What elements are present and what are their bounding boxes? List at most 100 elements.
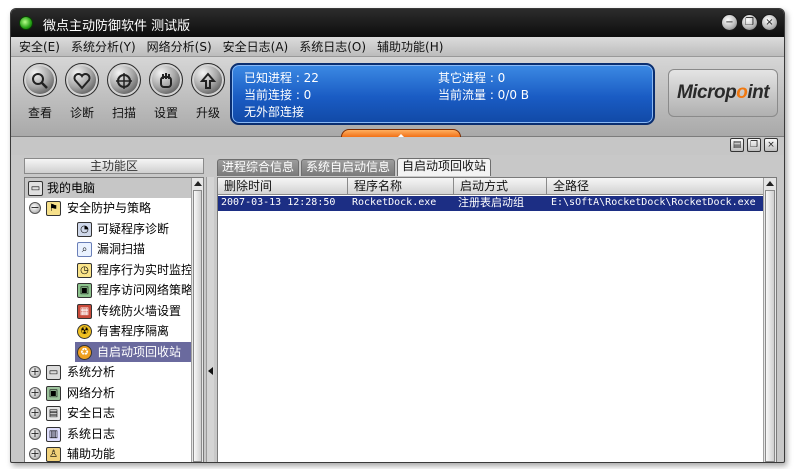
collapse-icon[interactable]: −: [29, 202, 41, 214]
list-scrollbar[interactable]: [763, 178, 776, 462]
panel-controls: ▤ ❐ ×: [730, 138, 778, 152]
tree-item-network-policy[interactable]: ▣ 程序访问网络策略: [25, 280, 193, 300]
list-header: 删除时间 程序名称 启动方式 全路径: [218, 178, 764, 195]
scan-button[interactable]: 扫描: [105, 63, 143, 121]
column-program-name[interactable]: 程序名称: [348, 178, 454, 195]
tree-group-system-log[interactable]: + ▥ 系统日志: [25, 424, 193, 444]
tree-item-label: 自启动项回收站: [97, 345, 182, 359]
tree-group-network-analysis[interactable]: + ▣ 网络分析: [25, 383, 193, 403]
recycle-list: 删除时间 程序名称 启动方式 全路径 2007-03-13 12:28:50 R…: [217, 177, 777, 462]
diagnose-button[interactable]: 诊断: [63, 63, 101, 121]
tree-item-autostart-recycle[interactable]: ♻ 自启动项回收站: [75, 342, 201, 362]
external-connections: 无外部连接: [244, 105, 305, 119]
hand-icon: [149, 63, 183, 97]
expand-icon[interactable]: +: [29, 407, 41, 419]
column-startup-method[interactable]: 启动方式: [454, 178, 547, 195]
shield-flag-icon: ⚑: [46, 201, 61, 216]
close-panel-icon[interactable]: ×: [764, 138, 778, 152]
other-processes: 其它进程 : 0: [438, 71, 506, 85]
scan-icon: [107, 63, 141, 97]
scroll-thumb[interactable]: [193, 190, 202, 462]
main-window: 微点主动防御软件 测试版 − ❐ × 安全(E) 系统分析(Y) 网络分析(S)…: [10, 8, 785, 463]
tree-item-firewall[interactable]: ▦ 传统防火墙设置: [25, 301, 193, 321]
tree-item-quarantine[interactable]: ☢ 有害程序隔离: [25, 321, 193, 341]
tree-item-label: 传统防火墙设置: [97, 304, 182, 318]
title-bar[interactable]: 微点主动防御软件 测试版 − ❐ ×: [11, 9, 784, 37]
cell-full-path: E:\sOftA\RocketDock\RocketDock.exe: [551, 197, 756, 208]
column-full-path[interactable]: 全路径: [547, 178, 764, 195]
tree-item-suspicious-diagnose[interactable]: ◔ 可疑程序诊断: [25, 219, 193, 239]
tab-system-autostart[interactable]: 系统自启动信息: [301, 159, 396, 176]
tree-root-label: 我的电脑: [47, 181, 96, 195]
view-label: 查看: [27, 106, 52, 120]
heart-icon: [65, 63, 99, 97]
minimize-button[interactable]: −: [721, 14, 738, 31]
diagnose-label: 诊断: [69, 106, 94, 120]
tree-item-behavior-monitor[interactable]: ◷ 程序行为实时监控策: [25, 260, 203, 280]
tree-group-label: 系统分析: [67, 365, 116, 379]
system-icon: ▭: [46, 365, 61, 380]
cell-program-name: RocketDock.exe: [352, 197, 437, 208]
search-icon: ⌕: [77, 242, 92, 257]
table-row[interactable]: 2007-03-13 12:28:50 RocketDock.exe 注册表启动…: [218, 196, 764, 211]
network-icon: ▣: [46, 386, 61, 401]
menu-system-log[interactable]: 系统日志(O): [299, 38, 366, 55]
menu-network-analysis[interactable]: 网络分析(S): [147, 38, 212, 55]
menu-security[interactable]: 安全(E): [19, 38, 60, 55]
diagnose-doc-icon: ◔: [77, 222, 92, 237]
window-title: 微点主动防御软件 测试版: [43, 19, 191, 34]
tree-group-label: 网络分析: [67, 386, 116, 400]
list-view-icon[interactable]: ▤: [730, 138, 744, 152]
expand-icon[interactable]: +: [29, 448, 41, 460]
panel-splitter[interactable]: [206, 177, 214, 462]
menu-security-log[interactable]: 安全日志(A): [223, 38, 289, 55]
app-icon: [19, 16, 33, 30]
tree-item-label: 有害程序隔离: [97, 324, 170, 338]
network-window-icon: ▣: [77, 283, 92, 298]
magnifier-icon: [23, 63, 57, 97]
tree-scrollbar[interactable]: [191, 178, 203, 462]
restore-panel-icon[interactable]: ❐: [747, 138, 761, 152]
menu-bar: 安全(E) 系统分析(Y) 网络分析(S) 安全日志(A) 系统日志(O) 辅助…: [11, 37, 784, 57]
scroll-up-icon[interactable]: [766, 181, 774, 186]
tree-group-tools[interactable]: + ♙ 辅助功能: [25, 444, 193, 462]
recycle-icon: ♻: [77, 345, 92, 360]
tree-item-label: 可疑程序诊断: [97, 222, 170, 236]
scroll-up-icon[interactable]: [194, 181, 202, 186]
scroll-thumb[interactable]: [765, 190, 775, 462]
menu-tools[interactable]: 辅助功能(H): [377, 38, 443, 55]
hazard-icon: ☢: [77, 324, 92, 339]
monitor-clock-icon: ◷: [77, 263, 92, 278]
tree-root-my-computer[interactable]: ▭ 我的电脑: [25, 178, 191, 198]
expand-icon[interactable]: +: [29, 366, 41, 378]
function-tree: ▭ 我的电脑 − ⚑ 安全防护与策略 ◔ 可疑程序诊断 ⌕ 漏洞扫描 ◷ 程序行…: [24, 177, 204, 462]
scan-label: 扫描: [111, 106, 136, 120]
tree-group-security-log[interactable]: + ▤ 安全日志: [25, 403, 193, 423]
settings-button[interactable]: 设置: [147, 63, 185, 121]
toolbar: 查看 诊断 扫描 设置 升级 已知进程 : 22 其它进程: 0 当前连接:…: [11, 57, 784, 145]
tree-group-label: 辅助功能: [67, 447, 116, 461]
collapse-left-icon[interactable]: [208, 367, 213, 375]
expand-icon[interactable]: +: [29, 428, 41, 440]
close-button[interactable]: ×: [761, 14, 778, 31]
tree-group-label: 系统日志: [67, 427, 116, 441]
tree-group-label: 安全日志: [67, 406, 116, 420]
view-button[interactable]: 查看: [21, 63, 59, 121]
expand-icon[interactable]: +: [29, 387, 41, 399]
tab-autostart-recycle[interactable]: 自启动项回收站: [397, 158, 492, 176]
menu-system-analysis[interactable]: 系统分析(Y): [71, 38, 136, 55]
main-function-header: 主功能区: [24, 158, 204, 174]
tab-bar: 进程综合信息 系统自启动信息 自启动项回收站: [217, 158, 493, 177]
restore-button[interactable]: ❐: [741, 14, 758, 31]
tree-group-label: 安全防护与策略: [67, 201, 152, 215]
tree-item-vuln-scan[interactable]: ⌕ 漏洞扫描: [25, 239, 193, 259]
tools-person-icon: ♙: [46, 447, 61, 462]
current-traffic: 当前流量 : 0/0 B: [438, 88, 530, 102]
tree-group-system-analysis[interactable]: + ▭ 系统分析: [25, 362, 193, 382]
tab-process-info[interactable]: 进程综合信息: [217, 159, 300, 176]
tree-group-security[interactable]: − ⚑ 安全防护与策略: [25, 198, 193, 218]
upgrade-button[interactable]: 升级: [189, 63, 227, 121]
log-book-icon: ▤: [46, 406, 61, 421]
known-processes: 已知进程 : 22: [244, 71, 319, 85]
column-delete-time[interactable]: 删除时间: [218, 178, 348, 195]
